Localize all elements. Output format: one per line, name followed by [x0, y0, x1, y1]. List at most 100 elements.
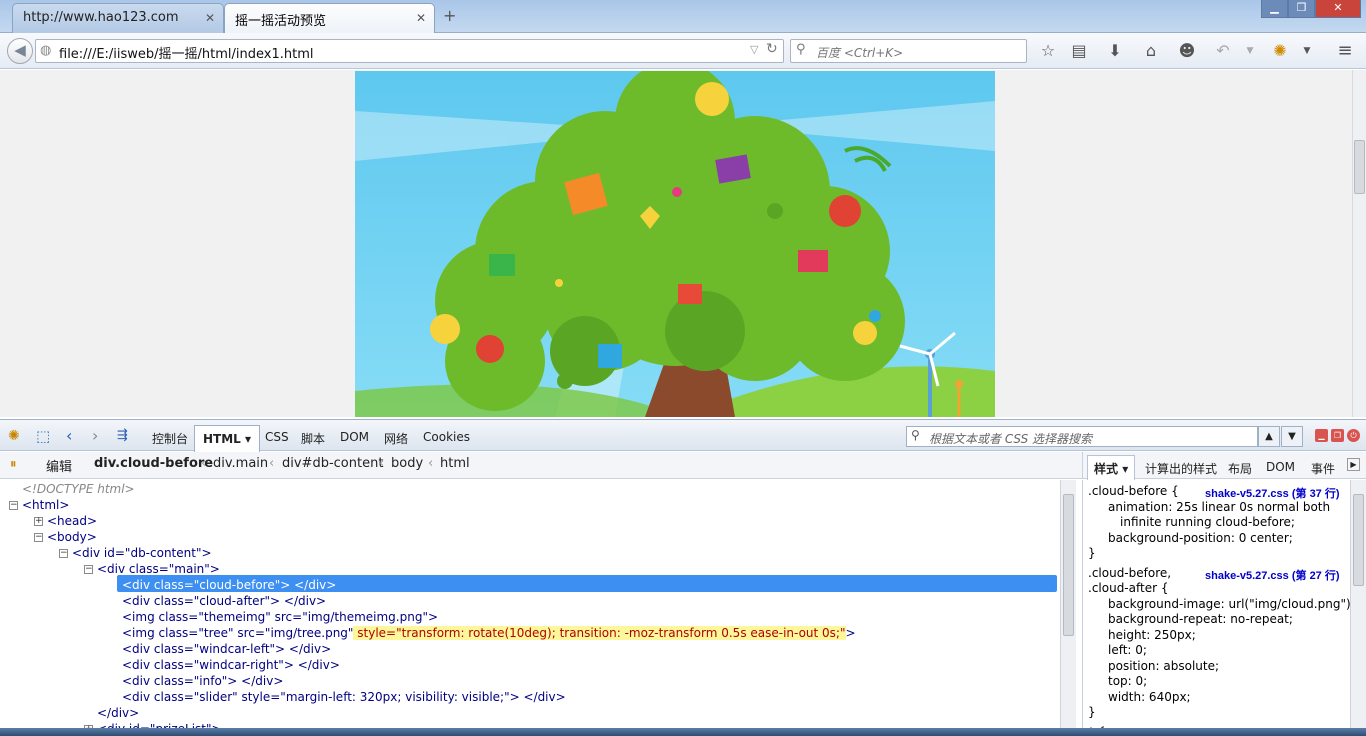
minimize-button[interactable]: ▁ [1261, 0, 1288, 18]
html-tree-scrollbar[interactable] [1060, 480, 1076, 728]
minimize-devtools-icon[interactable]: ▁ [1315, 429, 1328, 442]
tab-hao123[interactable]: http://www.hao123.com ✕ [12, 3, 224, 33]
side-tab-layout[interactable]: 布局 [1228, 460, 1252, 477]
panel-tab-net[interactable]: 网络 [384, 430, 408, 447]
collapse-icon[interactable]: − [59, 549, 68, 558]
forward-icon[interactable]: › [92, 426, 98, 445]
edit-button[interactable]: 编辑 [46, 456, 72, 475]
bookmark-star-icon[interactable]: ☆ [1036, 40, 1060, 62]
css-property[interactable]: height: 250px; [1108, 628, 1196, 643]
scrollbar-thumb[interactable] [1063, 494, 1074, 636]
firebug-icon[interactable]: ✺ [8, 428, 20, 444]
panel-tab-css[interactable]: CSS [265, 430, 289, 444]
scrollbar-thumb[interactable] [1353, 494, 1364, 586]
back-icon[interactable]: ‹ [66, 426, 72, 445]
tree-node[interactable]: <div class="info"> </div> [122, 674, 283, 689]
panel-tab-cookies[interactable]: Cookies [423, 430, 470, 444]
reading-list-icon[interactable]: ▤ [1067, 40, 1091, 62]
tree-node[interactable]: <!DOCTYPE html> [22, 482, 135, 497]
chevron-down-icon[interactable]: ▼ [1295, 40, 1319, 62]
panel-tab-script[interactable]: 脚本 [301, 430, 325, 447]
tree-node[interactable]: <div class="main"> [97, 562, 220, 577]
close-window-button[interactable]: ✕ [1315, 0, 1361, 18]
detach-devtools-icon[interactable]: ❐ [1331, 429, 1344, 442]
tree-node[interactable]: <img class="themeimg" src="img/themeimg.… [122, 610, 438, 625]
css-property[interactable]: animation: 25s linear 0s normal both [1108, 500, 1330, 515]
tree-node[interactable]: <html> [22, 498, 69, 513]
panel-tab-dom[interactable]: DOM [340, 430, 369, 444]
close-tab-icon[interactable]: ✕ [416, 11, 426, 25]
tree-node[interactable]: <head> [47, 514, 97, 529]
devtools-search-placeholder: 根据文本或者 CSS 选择器搜索 [929, 432, 1093, 446]
home-icon[interactable]: ⌂ [1139, 40, 1163, 62]
url-text[interactable]: file:///E:/iisweb/摇一摇/html/index1.html [59, 43, 314, 62]
breadcrumb-item[interactable]: div.main [213, 456, 268, 471]
expand-icon[interactable]: + [34, 517, 43, 526]
firebug-icon[interactable]: ✺ [1268, 40, 1292, 62]
command-line-icon[interactable]: ⇶ [117, 428, 128, 443]
breadcrumb-item[interactable]: body [391, 456, 423, 471]
panel-tab-html[interactable]: HTML ▾ [194, 425, 261, 452]
url-bar[interactable]: ◍ file:///E:/iisweb/摇一摇/html/index1.html… [35, 39, 784, 63]
tree-node[interactable]: <div class="cloud-after"> </div> [122, 594, 326, 609]
css-property[interactable]: background-image: url("img/cloud.png"); [1108, 597, 1355, 612]
tree-node-text: <div class="windcar-left"> </div> [122, 642, 332, 656]
tree-node[interactable]: <body> [47, 530, 97, 545]
css-property[interactable]: infinite running cloud-before; [1120, 515, 1295, 530]
tree-node[interactable]: <div class="windcar-right"> </div> [122, 658, 340, 673]
pause-break-icon[interactable]: ⏸ [10, 457, 17, 472]
chevron-down-icon[interactable]: ▼ [1238, 40, 1262, 62]
css-property[interactable]: top: 0; [1108, 674, 1147, 689]
search-input[interactable]: 百度 <Ctrl+K> [816, 44, 903, 61]
css-source-link[interactable]: shake-v5.27.css (第 27 行) [1205, 567, 1340, 583]
tree-node[interactable]: <div id="db-content"> [72, 546, 212, 561]
restore-button[interactable]: ❐ [1288, 0, 1315, 18]
menu-icon[interactable]: ≡ [1333, 40, 1357, 62]
close-tab-icon[interactable]: ✕ [205, 11, 215, 25]
scrollbar-thumb[interactable] [1354, 140, 1365, 194]
back-arrow-icon[interactable]: ◀ [7, 38, 33, 64]
undo-icon[interactable]: ↶ [1211, 40, 1235, 62]
dropdown-arrow-icon[interactable]: ▽ [750, 43, 758, 56]
breadcrumb-item[interactable]: html [440, 456, 470, 471]
tree-node[interactable]: <img class="tree" src="img/tree.png" sty… [122, 626, 856, 641]
css-rule-close: } [1088, 546, 1096, 560]
inspect-icon[interactable]: ⬚ [36, 427, 50, 445]
collapse-icon[interactable]: − [84, 565, 93, 574]
search-bar[interactable]: ⚲ 百度 <Ctrl+K> [790, 39, 1027, 63]
css-selector[interactable]: .cloud-after { [1088, 581, 1168, 596]
tree-node[interactable]: <div class="windcar-left"> </div> [122, 642, 331, 657]
chevron-up-icon[interactable]: ▲ [1258, 426, 1280, 447]
tree-node[interactable]: <div class="slider" style="margin-left: … [122, 690, 566, 705]
chevron-right-icon[interactable]: ▶ [1347, 458, 1360, 471]
download-icon[interactable]: ⬇ [1103, 40, 1127, 62]
css-property[interactable]: left: 0; [1108, 643, 1147, 658]
css-property[interactable]: position: absolute; [1108, 659, 1219, 674]
css-selector[interactable]: .cloud-before, [1088, 566, 1171, 581]
side-tab-computed[interactable]: 计算出的样式 [1145, 460, 1217, 477]
breadcrumb-item[interactable]: div.cloud-before [94, 456, 213, 471]
close-devtools-icon[interactable]: ⏻ [1347, 429, 1360, 442]
tab-preview[interactable]: 摇一摇活动预览 ✕ [224, 3, 435, 33]
plus-icon[interactable]: + [443, 6, 456, 25]
css-selector[interactable]: .cloud-before { [1088, 484, 1179, 499]
globe-icon: ◍ [40, 43, 52, 58]
collapse-icon[interactable]: − [34, 533, 43, 542]
css-property[interactable]: background-position: 0 center; [1108, 531, 1293, 546]
panel-tab-console[interactable]: 控制台 [152, 430, 188, 447]
style-panel-scrollbar[interactable] [1350, 480, 1366, 728]
devtools-search-input[interactable]: ⚲ 根据文本或者 CSS 选择器搜索 [906, 426, 1258, 447]
tree-node[interactable]: </div> [97, 706, 139, 721]
chevron-down-icon[interactable]: ▼ [1281, 426, 1303, 447]
smiley-icon[interactable]: ☻ [1175, 40, 1199, 62]
side-tab-dom[interactable]: DOM [1266, 460, 1295, 474]
side-tab-events[interactable]: 事件 [1311, 460, 1335, 477]
side-tab-style[interactable]: 样式 ▾ [1087, 455, 1136, 480]
css-property[interactable]: background-repeat: no-repeat; [1108, 612, 1293, 627]
reload-icon[interactable]: ↻ [766, 41, 778, 57]
breadcrumb-item[interactable]: div#db-content [282, 456, 383, 471]
collapse-icon[interactable]: − [9, 501, 18, 510]
tree-node[interactable]: <div class="cloud-before"> </div> [122, 578, 336, 593]
css-property[interactable]: width: 640px; [1108, 690, 1191, 705]
page-scrollbar[interactable] [1352, 70, 1366, 417]
